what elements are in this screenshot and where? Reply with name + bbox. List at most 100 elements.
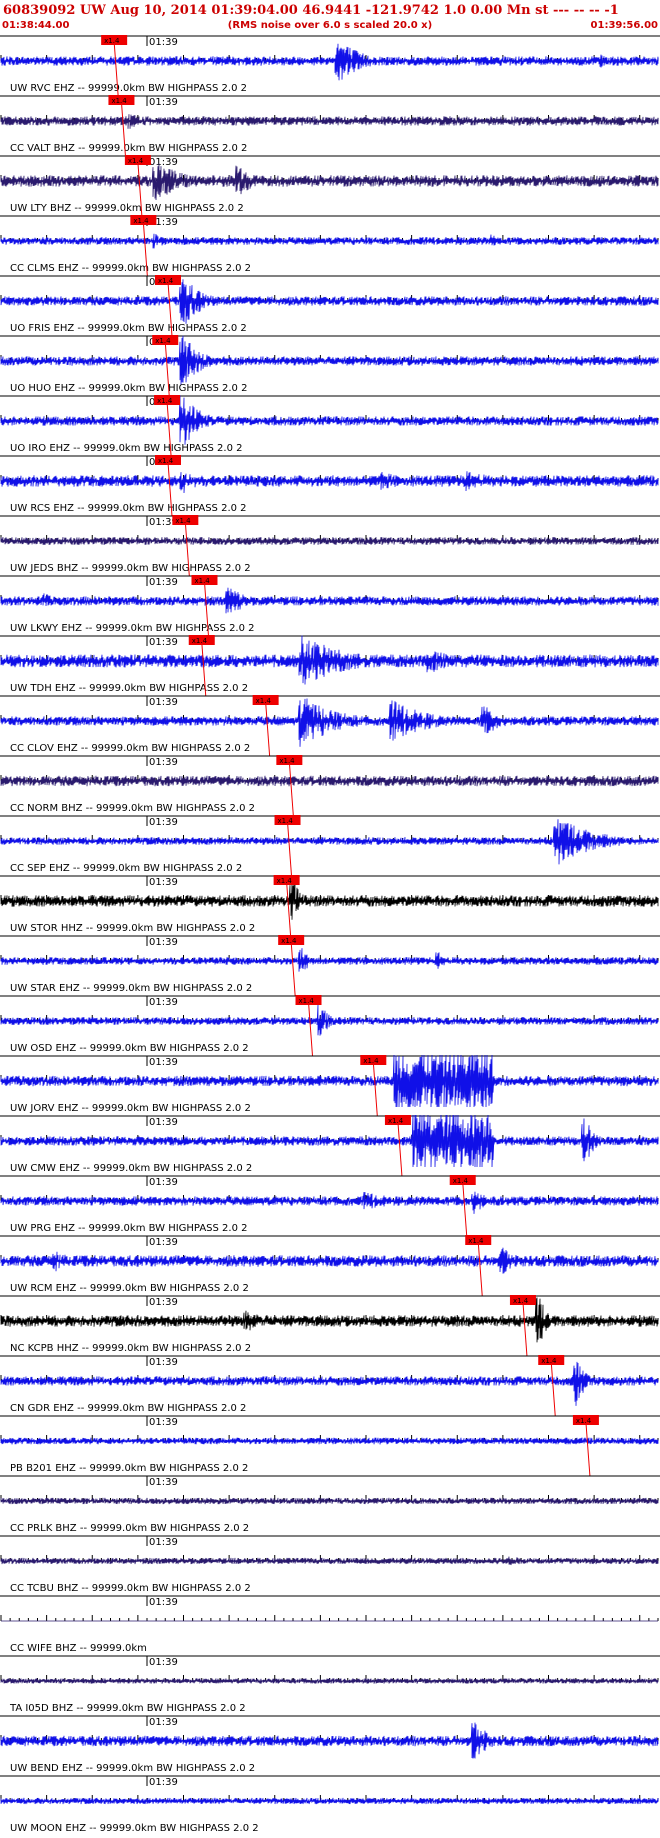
waveform (0, 43, 659, 81)
station-label: CC TCBU BHZ -- 99999.0km BW HIGHPASS 2.0… (10, 1583, 251, 1594)
pick-line (522, 1301, 528, 1357)
seismogram-plot: 60839092 UW Aug 10, 2014 01:39:04.00 46.… (0, 3, 660, 1834)
waveform (0, 1722, 659, 1759)
pick-line (290, 941, 296, 997)
pick-label: x1.4 (128, 157, 144, 165)
station-label: CN GDR EHZ -- 99999.0km BW HIGHPASS 2.0 … (10, 1403, 246, 1414)
pick-label: x1.4 (175, 517, 191, 525)
station-label: UW LKWY EHZ -- 99999.0km BW HIGHPASS 2.0… (10, 623, 255, 634)
station-label: UW JEDS BHZ -- 99999.0km BW HIGHPASS 2.0… (10, 563, 251, 574)
pick-label: x1.4 (281, 937, 297, 945)
minute-label: 01:39 (149, 37, 178, 48)
minute-label: 01:39 (149, 1057, 178, 1068)
pick-label: x1.4 (158, 457, 174, 465)
station-label: CC SEP EHZ -- 99999.0km BW HIGHPASS 2.0 … (10, 863, 242, 874)
waveform (0, 395, 659, 445)
pick-label: x1.4 (299, 997, 315, 1005)
pick-line (288, 761, 294, 817)
trace-18: 01:39 UW CMW EHZ -- 99999.0km BW HIGHPASS… (0, 1114, 660, 1177)
trace-12: 01:39 CC NORM BHZ -- 99999.0km BW HIGHPAS… (0, 755, 660, 817)
end-time: 01:39:56.00 (591, 20, 659, 31)
minute-label: 01:39 (149, 937, 178, 948)
minute-label: 01:39 (149, 97, 178, 108)
waveform (0, 1297, 659, 1343)
pick-line (287, 821, 293, 877)
waveform (0, 1678, 659, 1684)
waveform (0, 635, 659, 685)
minute-label: 01:39 (149, 1357, 178, 1368)
minute-label: 01:39 (149, 1477, 178, 1488)
waveform (0, 775, 659, 787)
pick-line (585, 1421, 591, 1477)
waveform (0, 1054, 659, 1108)
trace-17: 01:39 UW JORV EHZ -- 99999.0km BW HIGHPAS… (0, 1054, 660, 1117)
minute-label: 01:39 (149, 757, 178, 768)
station-label: CC WIFE BHZ -- 99999.0km (10, 1643, 147, 1654)
station-label: UW RCM EHZ -- 99999.0km BW HIGHPASS 2.0 … (10, 1283, 249, 1294)
pick-line (462, 1181, 468, 1237)
trace-14: 01:39 UW STOR HHZ -- 99999.0km BW HIGHPAS… (0, 875, 660, 937)
station-label: CC PRLK BHZ -- 99999.0km BW HIGHPASS 2.0… (10, 1523, 249, 1534)
minute-label: 01:39 (149, 697, 178, 708)
pick-label: x1.4 (158, 277, 174, 285)
waveform (0, 114, 659, 129)
minute-label: 01:39 (149, 997, 178, 1008)
trace-24: 01:39 CC PRLK BHZ -- 99999.0km BW HIGHPAS… (0, 1475, 660, 1534)
station-label: UO IRO EHZ -- 99999.0km BW HIGHPASS 2.0 … (10, 443, 243, 454)
event-title: 60839092 UW Aug 10, 2014 01:39:04.00 46.… (3, 3, 619, 18)
waveform (0, 1114, 659, 1168)
trace-19: 01:39 UW PRG EHZ -- 99999.0km BW HIGHPASS… (0, 1175, 660, 1237)
trace-panels: 01:39 UW RVC EHZ -- 99999.0km BW HIGHPASS… (0, 35, 660, 1834)
station-label: UO HUO EHZ -- 99999.0km BW HIGHPASS 2.0 … (10, 383, 247, 394)
pick-label: x1.4 (111, 97, 127, 105)
pick-label: x1.4 (388, 1117, 404, 1125)
pick-label: x1.4 (576, 1417, 592, 1425)
pick-label: x1.4 (468, 1237, 484, 1245)
waveform (0, 163, 659, 201)
waveform (0, 819, 659, 865)
trace-27: 01:39 TA I05D BHZ -- 99999.0km BW HIGHPAS… (0, 1655, 660, 1714)
waveform (0, 882, 659, 920)
trace-1: 01:39 CC VALT BHZ -- 99999.0km BW HIGHPAS… (0, 95, 660, 157)
pick-label: x1.4 (279, 757, 295, 765)
minute-label: 01:39 (149, 1117, 178, 1128)
pick-line (265, 701, 271, 757)
station-label: UW STOR HHZ -- 99999.0km BW HIGHPASS 2.0… (10, 923, 255, 934)
waveform (0, 698, 659, 747)
pick-label: x1.4 (278, 817, 294, 825)
minute-label: 01:39 (149, 1537, 178, 1548)
trace-9: 01:39 UW LKWY EHZ -- 99999.0km BW HIGHPAS… (0, 575, 660, 637)
station-label: CC CLMS EHZ -- 99999.0km BW HIGHPASS 2.0… (10, 263, 251, 274)
waveform (0, 233, 659, 249)
trace-13: 01:39 CC SEP EHZ -- 99999.0km BW HIGHPASS… (0, 815, 660, 877)
station-label: CC VALT BHZ -- 99999.0km BW HIGHPASS 2.0… (10, 143, 247, 154)
pick-label: x1.4 (541, 1357, 557, 1365)
minute-label: 01:39 (149, 1717, 178, 1728)
trace-4: 01:39UO FRIS EHZ -- 99999.0km BW HIGHPAS… (0, 275, 660, 337)
waveform (0, 1247, 659, 1274)
waveform (0, 279, 659, 324)
trace-8: 01:39UW JEDS BHZ -- 99999.0km BW HIGHPAS… (0, 515, 660, 577)
minute-label: 01:39 (149, 1177, 178, 1188)
station-label: PB B201 EHZ -- 99999.0km BW HIGHPASS 2.0… (10, 1463, 248, 1474)
trace-23: 01:39 PB B201 EHZ -- 99999.0km BW HIGHPAS… (0, 1415, 660, 1477)
pick-label: x1.4 (104, 37, 120, 45)
trace-15: 01:39 UW STAR EHZ -- 99999.0km BW HIGHPAS… (0, 935, 660, 997)
waveform (0, 1361, 659, 1406)
trace-11: 01:39 CC CLOV EHZ -- 99999.0km BW HIGHPAS… (0, 695, 660, 757)
trace-2: 01:39 UW LTY BHZ -- 99999.0km BW HIGHPASS… (0, 155, 660, 217)
minute-label: 01:39 (149, 1657, 178, 1668)
minute-label: 01:39 (149, 817, 178, 828)
station-label: UW JORV EHZ -- 99999.0km BW HIGHPASS 2.0… (10, 1103, 251, 1114)
trace-10: 01:39 UW TDH EHZ -- 99999.0km BW HIGHPASS… (0, 635, 660, 697)
trace-21: 01:39 NC KCPB HHZ -- 99999.0km BW HIGHPAS… (0, 1295, 660, 1357)
waveform (0, 335, 659, 385)
pick-label: x1.4 (256, 697, 272, 705)
waveform (0, 1556, 659, 1566)
station-label: UW RCS EHZ -- 99999.0km BW HIGHPASS 2.0 … (10, 503, 247, 514)
trace-16: 01:39 UW OSD EHZ -- 99999.0km BW HIGHPASS… (0, 995, 660, 1057)
pick-label: x1.4 (133, 217, 149, 225)
station-label: UW OSD EHZ -- 99999.0km BW HIGHPASS 2.0 … (10, 1043, 249, 1054)
waveform (0, 471, 659, 494)
minute-label: 01:39 (149, 1777, 178, 1788)
